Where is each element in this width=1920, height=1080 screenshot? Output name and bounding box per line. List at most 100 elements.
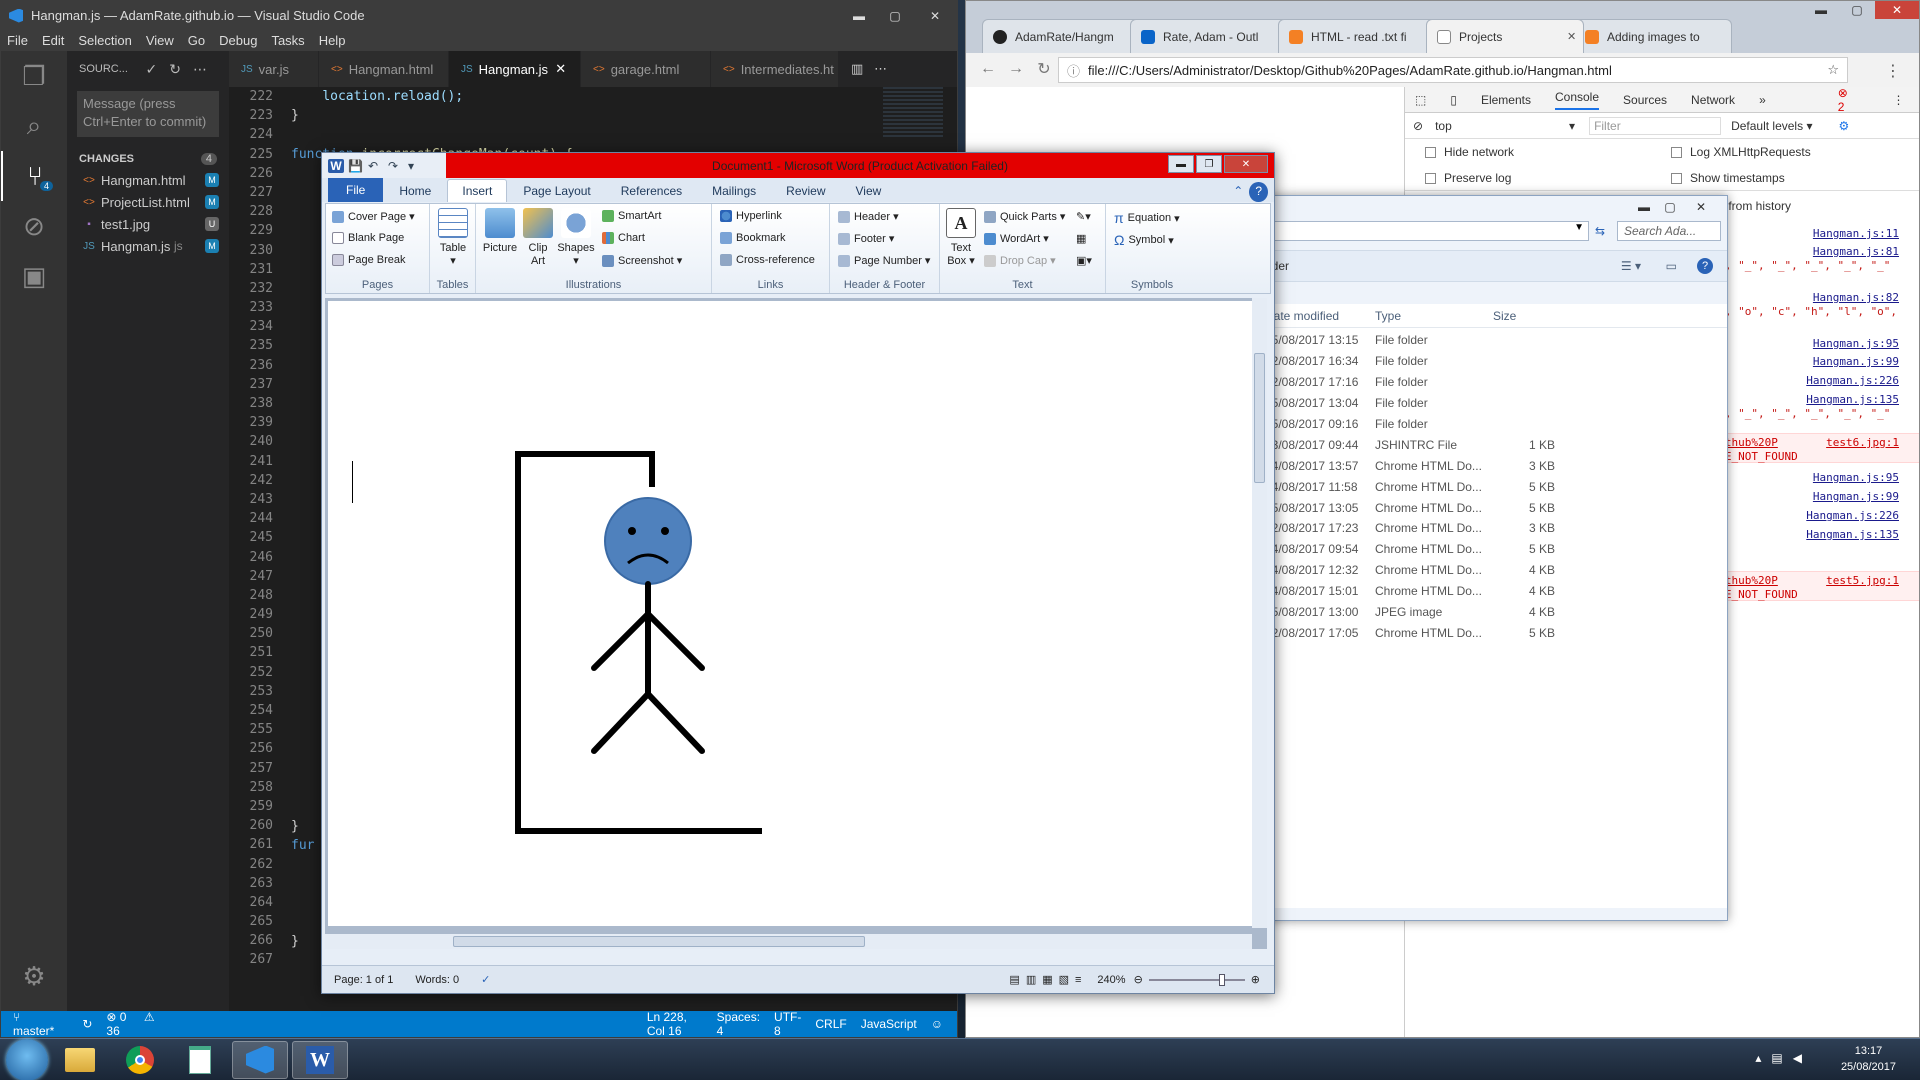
line-ending[interactable]: CRLF (815, 1017, 846, 1031)
blank-page-button[interactable]: Blank Page (332, 232, 404, 244)
clip-art-button[interactable]: Clip Art (520, 208, 556, 268)
more-actions-icon[interactable]: ⋯ (874, 61, 887, 77)
menu-tasks[interactable]: Tasks (271, 33, 304, 48)
browser-tab[interactable]: Adding images to (1574, 19, 1732, 53)
tab-sources[interactable]: Sources (1623, 93, 1667, 107)
file-row[interactable]: 22/08/2017 16:34 File folder (1255, 351, 1727, 372)
minimap[interactable] (883, 87, 943, 137)
close-tab-icon[interactable]: ✕ (1567, 30, 1583, 43)
context-select[interactable]: top ▾ (1435, 119, 1575, 133)
inspect-icon[interactable]: ⬚ (1415, 93, 1426, 107)
tab-home[interactable]: Home (385, 180, 445, 202)
maximize-button[interactable]: ▢ (877, 1, 913, 30)
explorer-icon[interactable]: ❐ (1, 51, 67, 101)
bookmark-star-icon[interactable]: ☆ (1827, 62, 1839, 78)
feedback-smiley-icon[interactable]: ☺ (931, 1017, 943, 1031)
sync-icon[interactable]: ↻ (82, 1017, 92, 1031)
menu-edit[interactable]: Edit (42, 33, 64, 48)
start-button[interactable] (6, 1038, 48, 1080)
reload-icon[interactable]: ↻ (1030, 59, 1058, 79)
menu-file[interactable]: File (7, 33, 28, 48)
language-mode[interactable]: JavaScript (861, 1017, 917, 1031)
error-count[interactable]: ⊗ 2 (1838, 86, 1869, 114)
shapes-button[interactable]: Shapes ▾ (556, 208, 596, 268)
tab-hangman-js[interactable]: JS Hangman.js ✕ (449, 51, 581, 87)
split-editor-icon[interactable]: ▥ (851, 61, 863, 77)
clear-console-icon[interactable]: ⊘ (1413, 119, 1423, 133)
tab-elements[interactable]: Elements (1481, 93, 1531, 107)
customize-qat-icon[interactable]: ▾ (408, 159, 428, 173)
hyperlink-button[interactable]: Hyperlink (720, 210, 782, 222)
collapse-ribbon-icon[interactable]: ⌃ (1229, 180, 1247, 202)
preview-pane-icon[interactable]: ▭ (1666, 259, 1677, 273)
tab-view[interactable]: View (842, 180, 896, 202)
address-bar[interactable]: ⓘ file:///C:/Users/Administrator/Desktop/… (1058, 57, 1848, 83)
file-row[interactable]: 25/08/2017 09:16 File folder (1255, 414, 1727, 435)
file-row[interactable]: 25/08/2017 13:15 File folder (1255, 330, 1727, 351)
save-icon[interactable]: 💾 (348, 159, 368, 173)
taskbar-chrome[interactable] (112, 1041, 168, 1079)
close-tab-icon[interactable]: ✕ (555, 61, 566, 77)
maximize-button[interactable]: ❐ (1196, 155, 1222, 173)
screenshot-button[interactable]: Screenshot ▾ (602, 254, 682, 267)
devtools-menu-icon[interactable]: ⋮ (1892, 93, 1904, 107)
log-source-link[interactable]: Hangman.js:135 (1806, 393, 1899, 406)
file-row[interactable]: 24/08/2017 12:32 Chrome HTML Do... 4 KB (1255, 560, 1727, 581)
horizontal-scrollbar[interactable] (325, 934, 1252, 949)
file-row[interactable]: 24/08/2017 13:57 Chrome HTML Do... 3 KB (1255, 455, 1727, 476)
maximize-button[interactable]: ▢ (1839, 1, 1875, 19)
file-row[interactable]: 25/08/2017 13:05 Chrome HTML Do... 5 KB (1255, 497, 1727, 518)
menu-selection[interactable]: Selection (78, 33, 131, 48)
close-button[interactable]: ✕ (1224, 155, 1268, 173)
log-source-link[interactable]: Hangman.js:95 (1813, 337, 1899, 350)
tab-console[interactable]: Console (1554, 90, 1600, 110)
log-source-link[interactable]: Hangman.js:95 (1813, 471, 1899, 484)
changed-file[interactable]: JS Hangman.js js M (67, 235, 229, 257)
console-settings-icon[interactable]: ⚙ (1838, 119, 1849, 133)
path-dropdown[interactable]: ▼ (1261, 221, 1589, 241)
table-button[interactable]: Table ▾ (436, 208, 470, 268)
tab-intermediates-html[interactable]: <> Intermediates.ht (711, 51, 839, 87)
log-source-link[interactable]: Hangman.js:99 (1813, 490, 1899, 503)
search-input[interactable]: Search Ada... (1617, 221, 1721, 241)
vertical-scrollbar[interactable] (1252, 298, 1267, 928)
changes-header[interactable]: CHANGES 4 (67, 141, 229, 169)
zoom-out-icon[interactable]: ⊖ (1134, 973, 1143, 986)
tab-file[interactable]: File (328, 178, 384, 202)
file-row[interactable]: 22/08/2017 17:05 Chrome HTML Do... 5 KB (1255, 622, 1727, 643)
tab-page-layout[interactable]: Page Layout (509, 180, 604, 202)
volume-icon[interactable]: ◀ (1793, 1051, 1812, 1065)
tab-hangman-html[interactable]: <> Hangman.html (319, 51, 449, 87)
menu-go[interactable]: Go (188, 33, 205, 48)
page-count[interactable]: Page: 1 of 1 (334, 974, 393, 986)
close-button[interactable]: ✕ (1875, 1, 1919, 19)
view-options-icon[interactable]: ☰ ▾ (1621, 259, 1641, 273)
tab-review[interactable]: Review (772, 180, 839, 202)
show-timestamps-checkbox[interactable]: Show timestamps (1671, 171, 1785, 185)
changed-file[interactable]: <> Hangman.html M (67, 169, 229, 191)
more-tabs-icon[interactable]: » (1759, 93, 1766, 107)
extensions-icon[interactable]: ▣ (1, 251, 67, 301)
close-button[interactable]: ✕ (913, 1, 957, 30)
log-source-link[interactable]: Hangman.js:226 (1806, 374, 1899, 387)
browser-tab[interactable]: Rate, Adam - Outl (1130, 19, 1288, 53)
browser-tab[interactable]: AdamRate/Hangm (982, 19, 1140, 53)
menu-view[interactable]: View (146, 33, 174, 48)
refresh-icon[interactable]: ↻ (169, 61, 193, 77)
commit-message-input[interactable]: Message (press Ctrl+Enter to commit) (77, 91, 219, 137)
branch-indicator[interactable]: ⑂ master* (13, 1010, 68, 1037)
search-icon[interactable]: ⌕ (1, 101, 67, 151)
view-buttons[interactable]: ▤▥▦▧≡ (1009, 973, 1087, 986)
back-icon[interactable]: ← (974, 60, 1002, 78)
cover-page-button[interactable]: Cover Page ▾ (332, 210, 415, 223)
help-icon[interactable]: ? (1697, 258, 1713, 274)
minimize-button[interactable]: ▬ (1803, 1, 1839, 19)
refresh-icon[interactable]: ⇆ (1589, 224, 1611, 238)
quick-parts-button[interactable]: Quick Parts ▾ (984, 210, 1065, 223)
tab-garage-html[interactable]: <> garage.html (581, 51, 711, 87)
col-type[interactable]: Type (1375, 309, 1493, 323)
log-source-link[interactable]: Hangman.js:226 (1806, 509, 1899, 522)
help-icon[interactable]: ? (1249, 182, 1268, 202)
file-row[interactable]: 24/08/2017 09:54 Chrome HTML Do... 5 KB (1255, 539, 1727, 560)
header-button[interactable]: Header ▾ (838, 210, 899, 223)
